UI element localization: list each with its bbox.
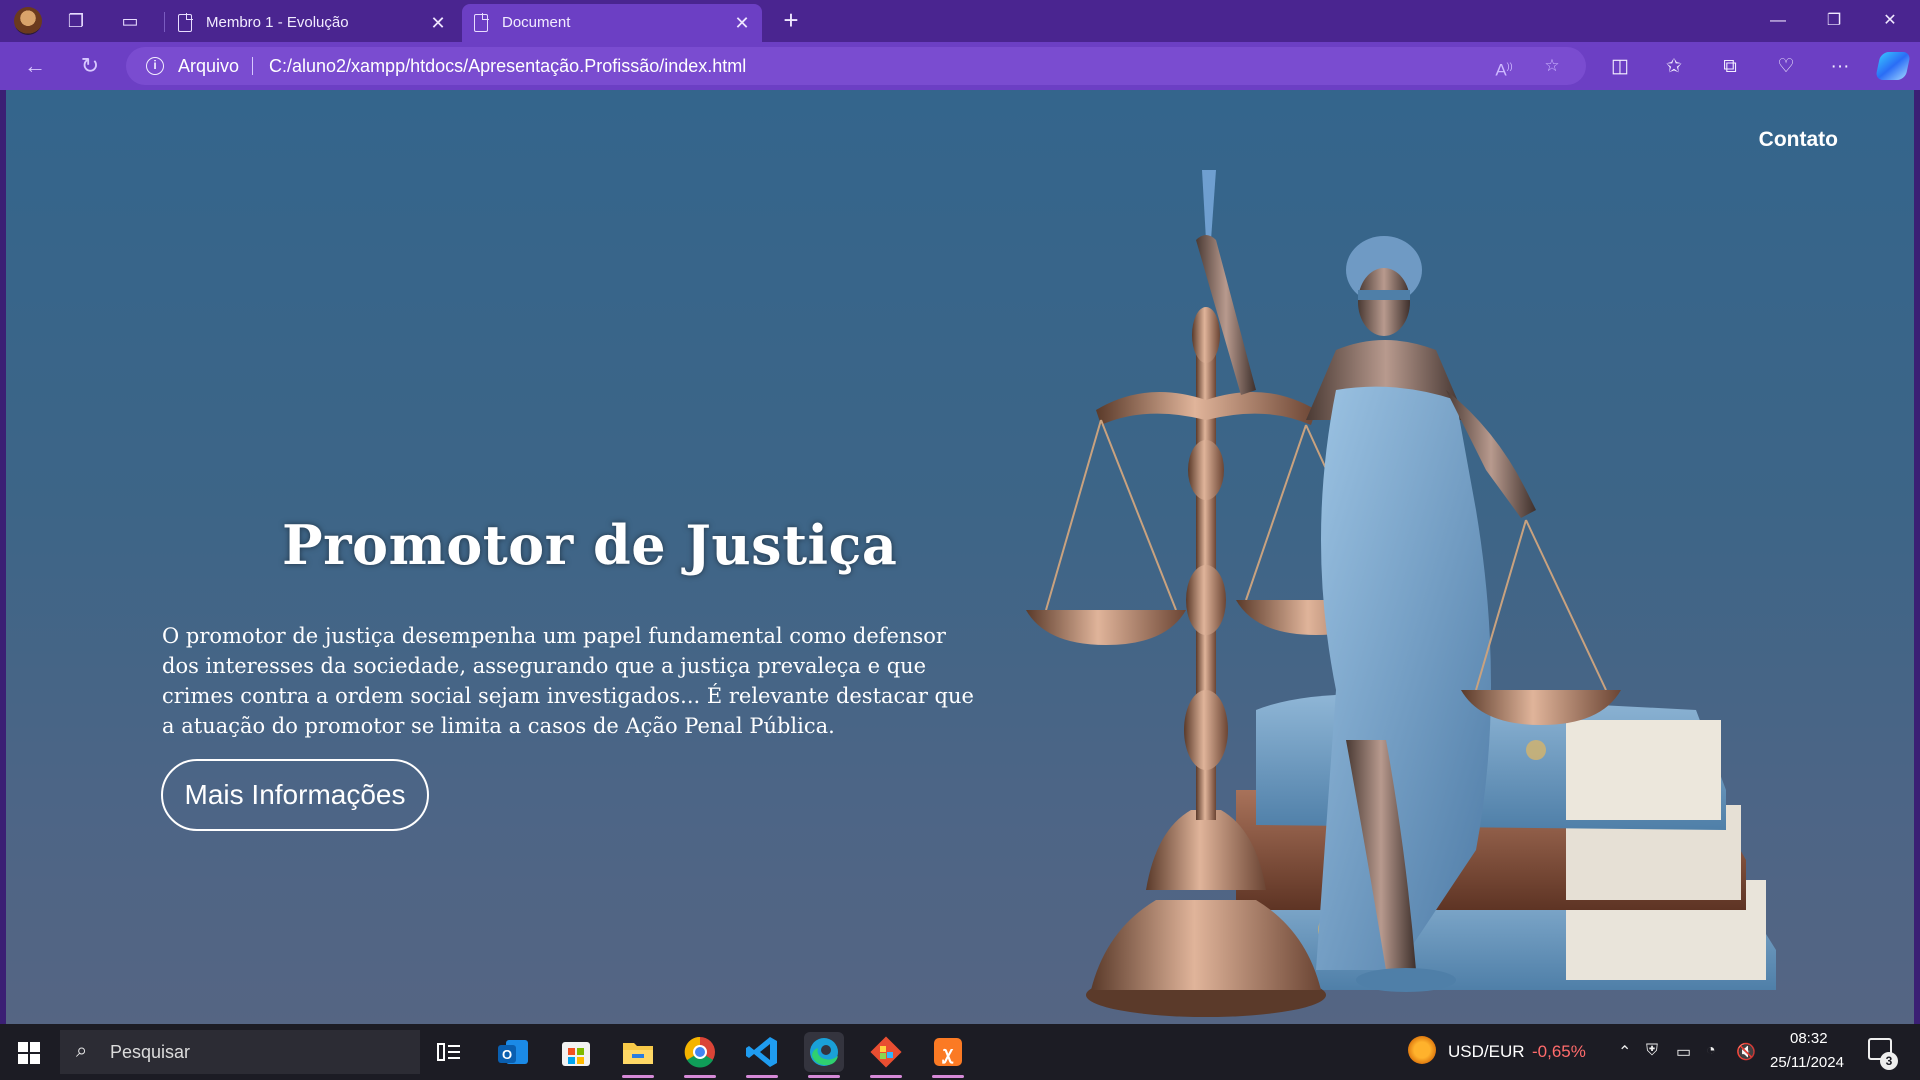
- file-explorer-icon[interactable]: [618, 1032, 658, 1078]
- tab-document[interactable]: Document ✕: [462, 4, 762, 42]
- more-info-button[interactable]: Mais Informações: [161, 759, 429, 831]
- volume-muted-icon[interactable]: 🔇: [1736, 1042, 1756, 1062]
- favorites-icon[interactable]: ✩: [1660, 55, 1688, 79]
- address-separator: [252, 57, 253, 75]
- close-window-button[interactable]: ✕: [1862, 4, 1918, 38]
- active-indicator: [932, 1075, 964, 1078]
- battery-icon[interactable]: ▭: [1676, 1042, 1691, 1062]
- outlook-icon[interactable]: O: [494, 1032, 534, 1072]
- svg-text:O: O: [502, 1047, 512, 1062]
- active-indicator: [622, 1075, 654, 1078]
- vertical-tabs-icon[interactable]: ▭: [118, 9, 142, 33]
- url-text[interactable]: C:/aluno2/xampp/htdocs/Apresentação.Prof…: [269, 47, 746, 85]
- split-screen-icon[interactable]: ◫: [1606, 55, 1634, 79]
- xampp-icon[interactable]: ꭕ: [928, 1032, 968, 1078]
- tab-title: Document: [502, 14, 571, 31]
- task-view-icon[interactable]: [430, 1032, 470, 1072]
- clock-date[interactable]: 25/11/2024: [1770, 1054, 1844, 1071]
- taskbar-search[interactable]: ⌕ Pesquisar: [60, 1030, 420, 1074]
- active-indicator: [684, 1075, 716, 1078]
- document-icon: [474, 13, 489, 32]
- active-indicator: [746, 1075, 778, 1078]
- browser-titlebar: ❐ ▭ Membro 1 - Evolução ✕ Document ✕ + —…: [0, 0, 1920, 42]
- search-icon: ⌕: [76, 1040, 88, 1062]
- favorite-star-icon[interactable]: ☆: [1540, 55, 1564, 77]
- antivirus-icon[interactable]: ⛨: [1646, 1042, 1658, 1060]
- active-indicator: [808, 1075, 840, 1078]
- new-tab-button[interactable]: +: [776, 6, 806, 36]
- edge-icon[interactable]: [804, 1032, 844, 1078]
- collections-icon[interactable]: ⧉: [1716, 55, 1744, 79]
- close-tab-icon[interactable]: ✕: [428, 4, 448, 42]
- clock-time[interactable]: 08:32: [1790, 1030, 1828, 1047]
- currency-widget-icon[interactable]: [1408, 1036, 1436, 1064]
- notification-count-badge: 3: [1880, 1052, 1898, 1070]
- address-bar[interactable]: i Arquivo C:/aluno2/xampp/htdocs/Apresen…: [126, 47, 1586, 85]
- wifi-icon[interactable]: ◔: [1706, 1042, 1716, 1060]
- microsoft-store-icon[interactable]: [556, 1032, 596, 1072]
- refresh-button[interactable]: ↻: [75, 52, 105, 80]
- profile-avatar[interactable]: [14, 7, 42, 35]
- book-stack: [1236, 694, 1776, 990]
- page-title: Promotor de Justiça: [282, 513, 898, 577]
- svg-text:ꭕ: ꭕ: [942, 1043, 954, 1064]
- git-icon[interactable]: [866, 1032, 906, 1078]
- info-icon[interactable]: i: [146, 57, 164, 75]
- back-button[interactable]: ←: [20, 52, 50, 80]
- chevron-up-icon[interactable]: ⌃: [1618, 1042, 1631, 1062]
- windows-start-icon[interactable]: [18, 1042, 40, 1064]
- chrome-icon[interactable]: [680, 1032, 720, 1078]
- search-placeholder: Pesquisar: [110, 1042, 191, 1062]
- hero-description: O promotor de justiça desempenha um pape…: [162, 624, 974, 738]
- document-icon: [178, 13, 193, 32]
- more-menu-icon[interactable]: ···: [1826, 55, 1854, 79]
- scheme-label: Arquivo: [178, 56, 240, 76]
- nav-contato-link[interactable]: Contato: [1759, 128, 1838, 152]
- tab-title: Membro 1 - Evolução: [206, 14, 349, 31]
- page-viewport: Contato Promotor de Justiça O promotor d…: [6, 90, 1914, 1024]
- vscode-icon[interactable]: [742, 1032, 782, 1078]
- ticker-symbol[interactable]: USD/EUR: [1448, 1042, 1525, 1062]
- restore-button[interactable]: ❐: [1806, 4, 1862, 38]
- windows-taskbar: ⌕ Pesquisar O ꭕ USD/EUR -0,65% ⌃ ⛨ ▭ ◔ 🔇: [0, 1024, 1920, 1080]
- tab-separator: [164, 12, 165, 32]
- read-aloud-icon[interactable]: A)): [1492, 55, 1516, 80]
- tab-membro-evolucao[interactable]: Membro 1 - Evolução ✕: [166, 4, 458, 42]
- active-indicator: [870, 1075, 902, 1078]
- workspaces-icon[interactable]: ❐: [64, 9, 88, 33]
- close-tab-icon[interactable]: ✕: [732, 4, 752, 42]
- minimize-button[interactable]: —: [1750, 4, 1806, 38]
- browser-essentials-icon[interactable]: ♡: [1772, 55, 1800, 79]
- ticker-change: -0,65%: [1532, 1042, 1586, 1061]
